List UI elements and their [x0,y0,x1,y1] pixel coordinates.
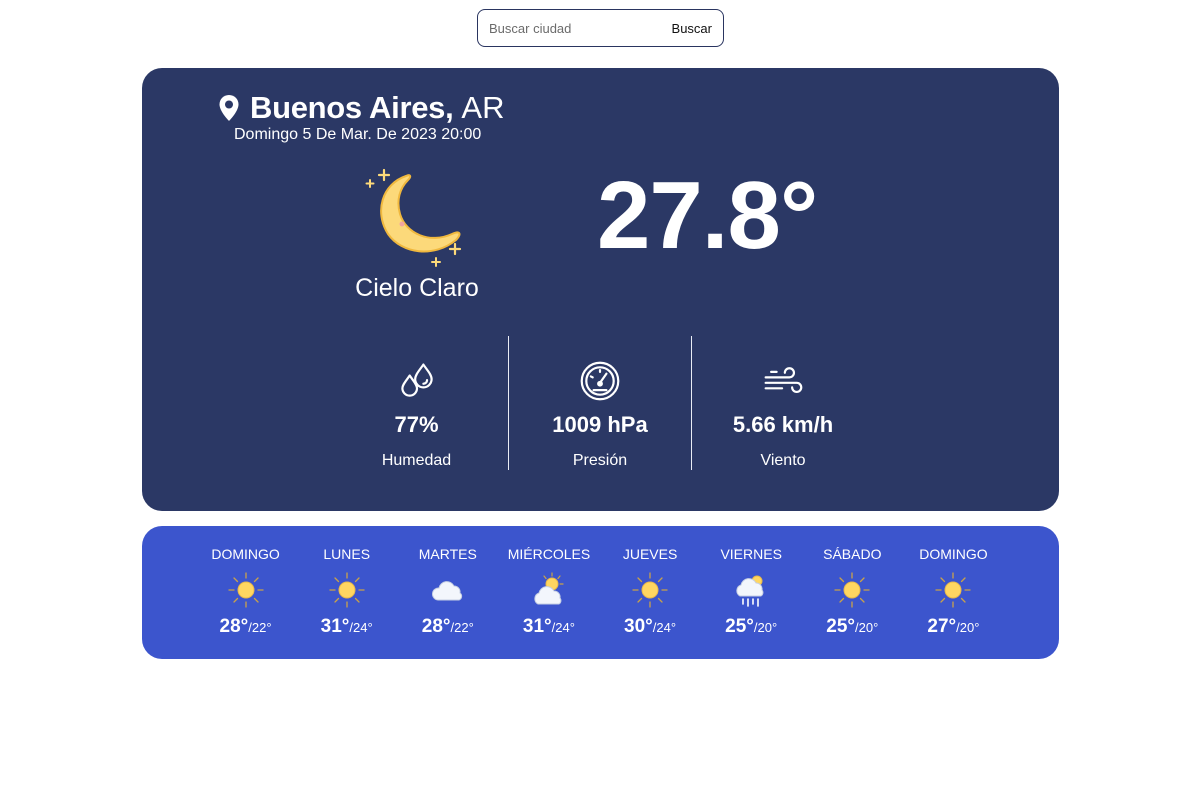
wind-value: 5.66 km/h [732,412,834,437]
forecast-day: MIÉRCOLES 31°/24° [498,546,599,659]
forecast-day: SÁBADO 25°/20° [802,546,903,659]
pressure-stat: 1009 hPa Presión [508,336,691,470]
sun-icon [935,572,972,608]
forecast-max-temp: 28° [219,616,249,637]
forecast-day-name: VIERNES [720,546,782,562]
current-weather-card: Buenos Aires, AR Domingo 5 De Mar. De 20… [142,68,1059,511]
forecast-day-name: JUEVES [622,546,678,562]
condition-label: Cielo Claro [355,274,479,302]
humidity-label: Humedad [381,452,452,469]
cloud-icon [431,581,462,601]
forecast-card: DOMINGO 28°/22° LUNES 31°/24° MARTES 28°… [142,526,1059,659]
current-temperature: 27.8° [597,162,818,269]
forecast-min-temp: /24° [349,620,373,635]
humidity-stat: 77% Humedad [325,336,508,470]
forecast-max-temp: 28° [421,616,451,637]
country-code: AR [461,90,505,125]
forecast-max-temp: 31° [320,616,350,637]
wind-label: Viento [760,452,806,469]
forecast-min-temp: /24° [551,620,575,635]
forecast-day-name: MIÉRCOLES [507,546,591,562]
location-pin-icon [219,95,239,121]
search-button[interactable]: Buscar [672,21,712,36]
forecast-day-name: DOMINGO [211,546,280,562]
search-input[interactable] [489,20,672,36]
pressure-label: Presión [572,452,628,469]
forecast-max-temp: 27° [927,616,957,637]
partly-cloudy-icon [534,572,564,605]
humidity-drops-icon [400,363,433,397]
forecast-min-temp: /20° [855,620,879,635]
pressure-value: 1009 hPa [552,412,648,437]
sun-icon [834,572,870,608]
location-header: Buenos Aires, AR [218,90,504,126]
forecast-max-temp: 25° [725,616,754,637]
city-name: Buenos Aires, [250,90,454,125]
forecast-day-name: DOMINGO [919,546,988,562]
sun-icon [227,572,264,608]
rain-cloud-icon [736,575,764,607]
forecast-day-name: SÁBADO [823,546,882,562]
forecast-min-temp: /20° [956,620,980,635]
forecast-day: DOMINGO 28°/22° [195,546,296,659]
forecast-day: VIERNES 25°/20° [701,546,802,659]
forecast-day: DOMINGO 27°/20° [903,546,1004,659]
date-time: Domingo 5 De Mar. De 2023 20:00 [234,126,482,143]
forecast-day: JUEVES 30°/24° [600,546,701,659]
wind-stat: 5.66 km/h Viento [691,336,874,470]
forecast-min-temp: /20° [753,620,778,635]
weather-stats: 77% Humedad 1009 hPa Presión 5.66 km/h V… [325,336,875,470]
forecast-max-temp: 30° [624,616,653,637]
sun-icon [329,572,365,608]
forecast-min-temp: /22° [248,620,272,635]
pressure-gauge-icon [580,361,620,401]
forecast-day: LUNES 31°/24° [296,546,397,659]
wind-icon [764,367,803,394]
sun-icon [632,572,668,608]
forecast-max-temp: 31° [522,616,552,637]
search-bar: Buscar [477,9,724,47]
forecast-min-temp: /24° [652,620,677,635]
crescent-moon-icon [365,168,462,267]
forecast-day: MARTES 28°/22° [397,546,498,659]
forecast-day-name: LUNES [323,546,371,562]
forecast-max-temp: 25° [826,616,856,637]
humidity-value: 77% [394,412,439,437]
forecast-day-name: MARTES [418,546,477,562]
forecast-min-temp: /22° [450,620,474,635]
